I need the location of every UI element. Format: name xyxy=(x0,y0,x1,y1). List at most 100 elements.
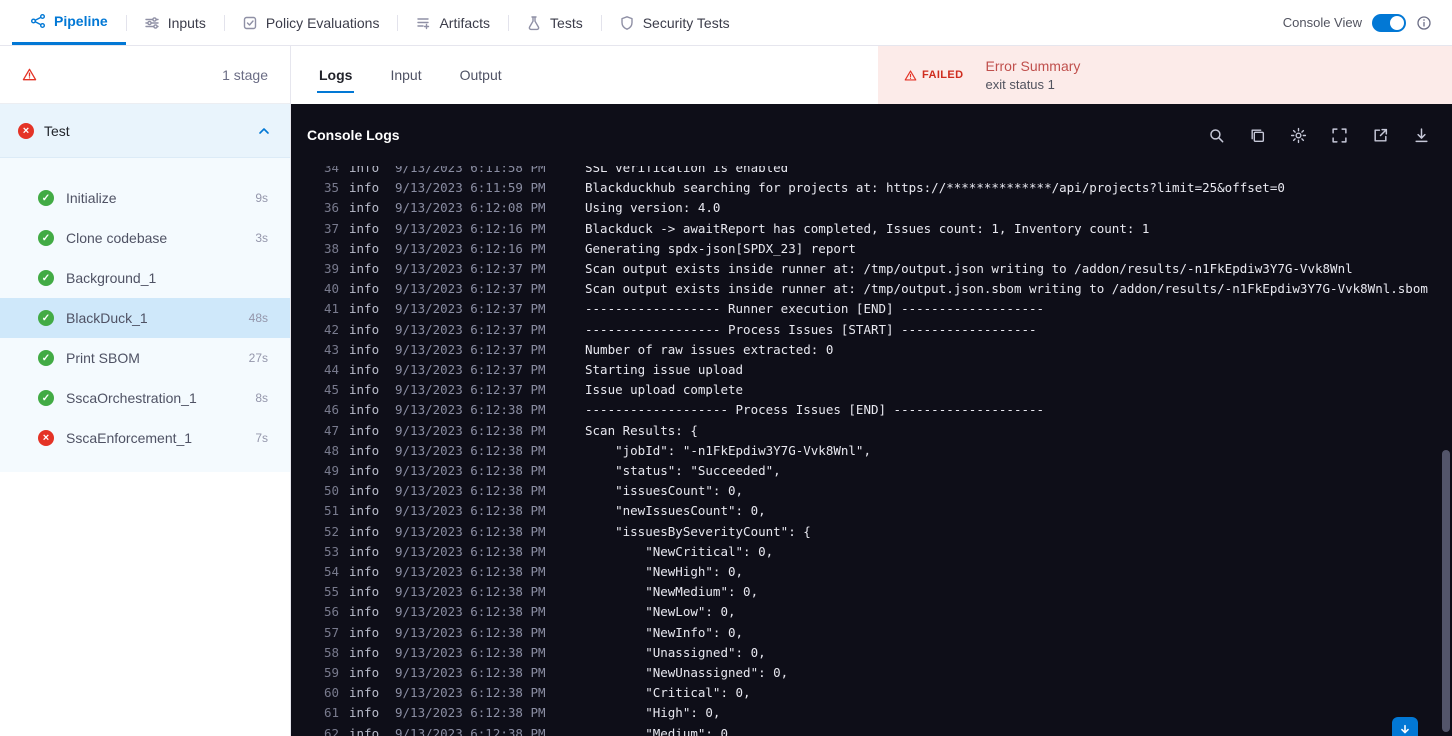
log-level: info xyxy=(349,301,380,317)
policy-icon xyxy=(242,15,258,31)
step-duration: 27s xyxy=(248,351,268,365)
log-message: "issuesBySeverityCount": { xyxy=(585,523,811,539)
log-line: 62 info 9/13/2023 6:12:38 PM "Medium": 0 xyxy=(311,724,1452,736)
nav-tab-inputs[interactable]: Inputs xyxy=(125,0,224,45)
log-line-number: 61 xyxy=(323,705,339,721)
log-line: 57 info 9/13/2023 6:12:38 PM "NewInfo": 0, xyxy=(311,623,1452,643)
log-level: info xyxy=(349,705,380,721)
copy-icon[interactable] xyxy=(1249,127,1266,144)
log-timestamp: 9/13/2023 6:12:38 PM xyxy=(395,483,546,499)
log-timestamp: 9/13/2023 6:12:38 PM xyxy=(395,644,546,660)
search-icon[interactable] xyxy=(1208,127,1225,144)
success-icon: ✓ xyxy=(38,270,54,286)
log-line-number: 35 xyxy=(323,180,339,196)
main-panel: Logs Input Output FAILED Error Summary exi… xyxy=(291,46,1452,736)
nav-tab-tests[interactable]: Tests xyxy=(508,0,601,45)
log-line-number: 39 xyxy=(323,261,339,277)
stage-group-test[interactable]: × Test xyxy=(0,104,290,158)
log-level: info xyxy=(349,200,380,216)
tab-output[interactable]: Output xyxy=(458,61,504,89)
log-timestamp: 9/13/2023 6:12:37 PM xyxy=(395,341,546,357)
log-viewport[interactable]: 34 info 9/13/2023 6:11:58 PM SSL verificati… xyxy=(291,166,1452,736)
warning-triangle-icon xyxy=(904,69,917,82)
security-icon xyxy=(619,15,635,31)
main-tabs: Logs Input Output xyxy=(317,46,538,104)
log-timestamp: 9/13/2023 6:12:08 PM xyxy=(395,200,546,216)
log-line: 46 info 9/13/2023 6:12:38 PM --------------… xyxy=(311,400,1452,420)
step-item-background-1[interactable]: ✓ Background_1 xyxy=(0,258,290,298)
step-item-clone-codebase[interactable]: ✓ Clone codebase 3s xyxy=(0,218,290,258)
step-item-print-sbom[interactable]: ✓ Print SBOM 27s xyxy=(0,338,290,378)
log-message: "Unassigned": 0, xyxy=(585,644,766,660)
settings-icon[interactable] xyxy=(1290,127,1307,144)
log-level: info xyxy=(349,604,380,620)
main-tabbar: Logs Input Output FAILED Error Summary exi… xyxy=(291,46,1452,104)
log-line-number: 50 xyxy=(323,483,339,499)
log-line-number: 49 xyxy=(323,463,339,479)
tab-input[interactable]: Input xyxy=(388,61,423,89)
tab-logs[interactable]: Logs xyxy=(317,61,355,93)
log-level: info xyxy=(349,725,380,736)
log-line: 43 info 9/13/2023 6:12:37 PM Number of raw … xyxy=(311,340,1452,360)
step-duration: 8s xyxy=(255,391,268,405)
log-message: SSL verification is enabled xyxy=(585,166,789,175)
log-message: "NewUnassigned": 0, xyxy=(585,665,789,681)
log-timestamp: 9/13/2023 6:12:38 PM xyxy=(395,584,546,600)
nav-tab-pipeline[interactable]: Pipeline xyxy=(12,0,126,45)
error-summary-title: Error Summary xyxy=(985,58,1081,74)
log-timestamp: 9/13/2023 6:12:38 PM xyxy=(395,604,546,620)
step-name: Initialize xyxy=(66,190,117,206)
log-line: 58 info 9/13/2023 6:12:38 PM "Unassigned":… xyxy=(311,643,1452,663)
log-line-number: 42 xyxy=(323,321,339,337)
nav-tab-artifacts[interactable]: Artifacts xyxy=(397,0,508,45)
log-level: info xyxy=(349,261,380,277)
log-level: info xyxy=(349,463,380,479)
open-in-new-icon[interactable] xyxy=(1372,127,1389,144)
step-item-initialize[interactable]: ✓ Initialize 9s xyxy=(0,178,290,218)
tests-icon xyxy=(526,15,542,31)
sidebar: 1 stage × Test ✓ Initialize 9s ✓ Clone codeb… xyxy=(0,46,291,736)
failed-badge-label: FAILED xyxy=(922,69,964,81)
log-timestamp: 9/13/2023 6:12:38 PM xyxy=(395,725,546,736)
log-line: 47 info 9/13/2023 6:12:38 PM Scan Results: … xyxy=(311,421,1452,441)
log-line: 55 info 9/13/2023 6:12:38 PM "NewMedium": … xyxy=(311,582,1452,602)
log-line-number: 37 xyxy=(323,220,339,236)
log-level: info xyxy=(349,321,380,337)
log-line: 54 info 9/13/2023 6:12:38 PM "NewHigh": 0, xyxy=(311,562,1452,582)
download-icon[interactable] xyxy=(1413,127,1430,144)
step-item-sscaenforcement-1[interactable]: × SscaEnforcement_1 7s xyxy=(0,418,290,458)
log-message: "NewLow": 0, xyxy=(585,604,736,620)
fullscreen-icon[interactable] xyxy=(1331,127,1348,144)
success-icon: ✓ xyxy=(38,230,54,246)
log-level: info xyxy=(349,644,380,660)
step-item-sscaorchestration-1[interactable]: ✓ SscaOrchestration_1 8s xyxy=(0,378,290,418)
scroll-to-bottom-button[interactable] xyxy=(1392,717,1418,736)
failed-icon: × xyxy=(38,430,54,446)
nav-tab-label: Inputs xyxy=(167,14,206,31)
nav-tab-policy-evaluations[interactable]: Policy Evaluations xyxy=(223,0,398,45)
log-line-number: 55 xyxy=(323,584,339,600)
console-view-toggle[interactable] xyxy=(1372,13,1406,32)
nav-tabs: Pipeline Inputs Policy Evaluations Artifact… xyxy=(12,0,748,45)
step-item-blackduck-1[interactable]: ✓ BlackDuck_1 48s xyxy=(0,298,290,338)
nav-tab-security-tests[interactable]: Security Tests xyxy=(600,0,748,45)
info-icon[interactable] xyxy=(1416,15,1432,31)
log-timestamp: 9/13/2023 6:12:37 PM xyxy=(395,261,546,277)
success-icon: ✓ xyxy=(38,190,54,206)
step-duration: 3s xyxy=(255,231,268,245)
console-scrollbar-thumb[interactable] xyxy=(1442,450,1450,732)
log-message: "newIssuesCount": 0, xyxy=(585,503,766,519)
error-summary-message: exit status 1 xyxy=(985,77,1055,92)
log-line: 34 info 9/13/2023 6:11:58 PM SSL verificati… xyxy=(311,166,1452,178)
content-area: 1 stage × Test ✓ Initialize 9s ✓ Clone codeb… xyxy=(0,46,1452,736)
log-line: 36 info 9/13/2023 6:12:08 PM Using version:… xyxy=(311,198,1452,218)
log-line-number: 60 xyxy=(323,685,339,701)
log-timestamp: 9/13/2023 6:12:38 PM xyxy=(395,564,546,580)
log-line: 60 info 9/13/2023 6:12:38 PM "Critical": 0… xyxy=(311,683,1452,703)
log-line: 56 info 9/13/2023 6:12:38 PM "NewLow": 0, xyxy=(311,602,1452,622)
chevron-up-icon[interactable] xyxy=(256,123,272,139)
log-message: "NewInfo": 0, xyxy=(585,624,744,640)
pipeline-icon xyxy=(30,13,46,29)
log-message: Scan output exists inside runner at: /tm… xyxy=(585,281,1428,297)
log-level: info xyxy=(349,362,380,378)
